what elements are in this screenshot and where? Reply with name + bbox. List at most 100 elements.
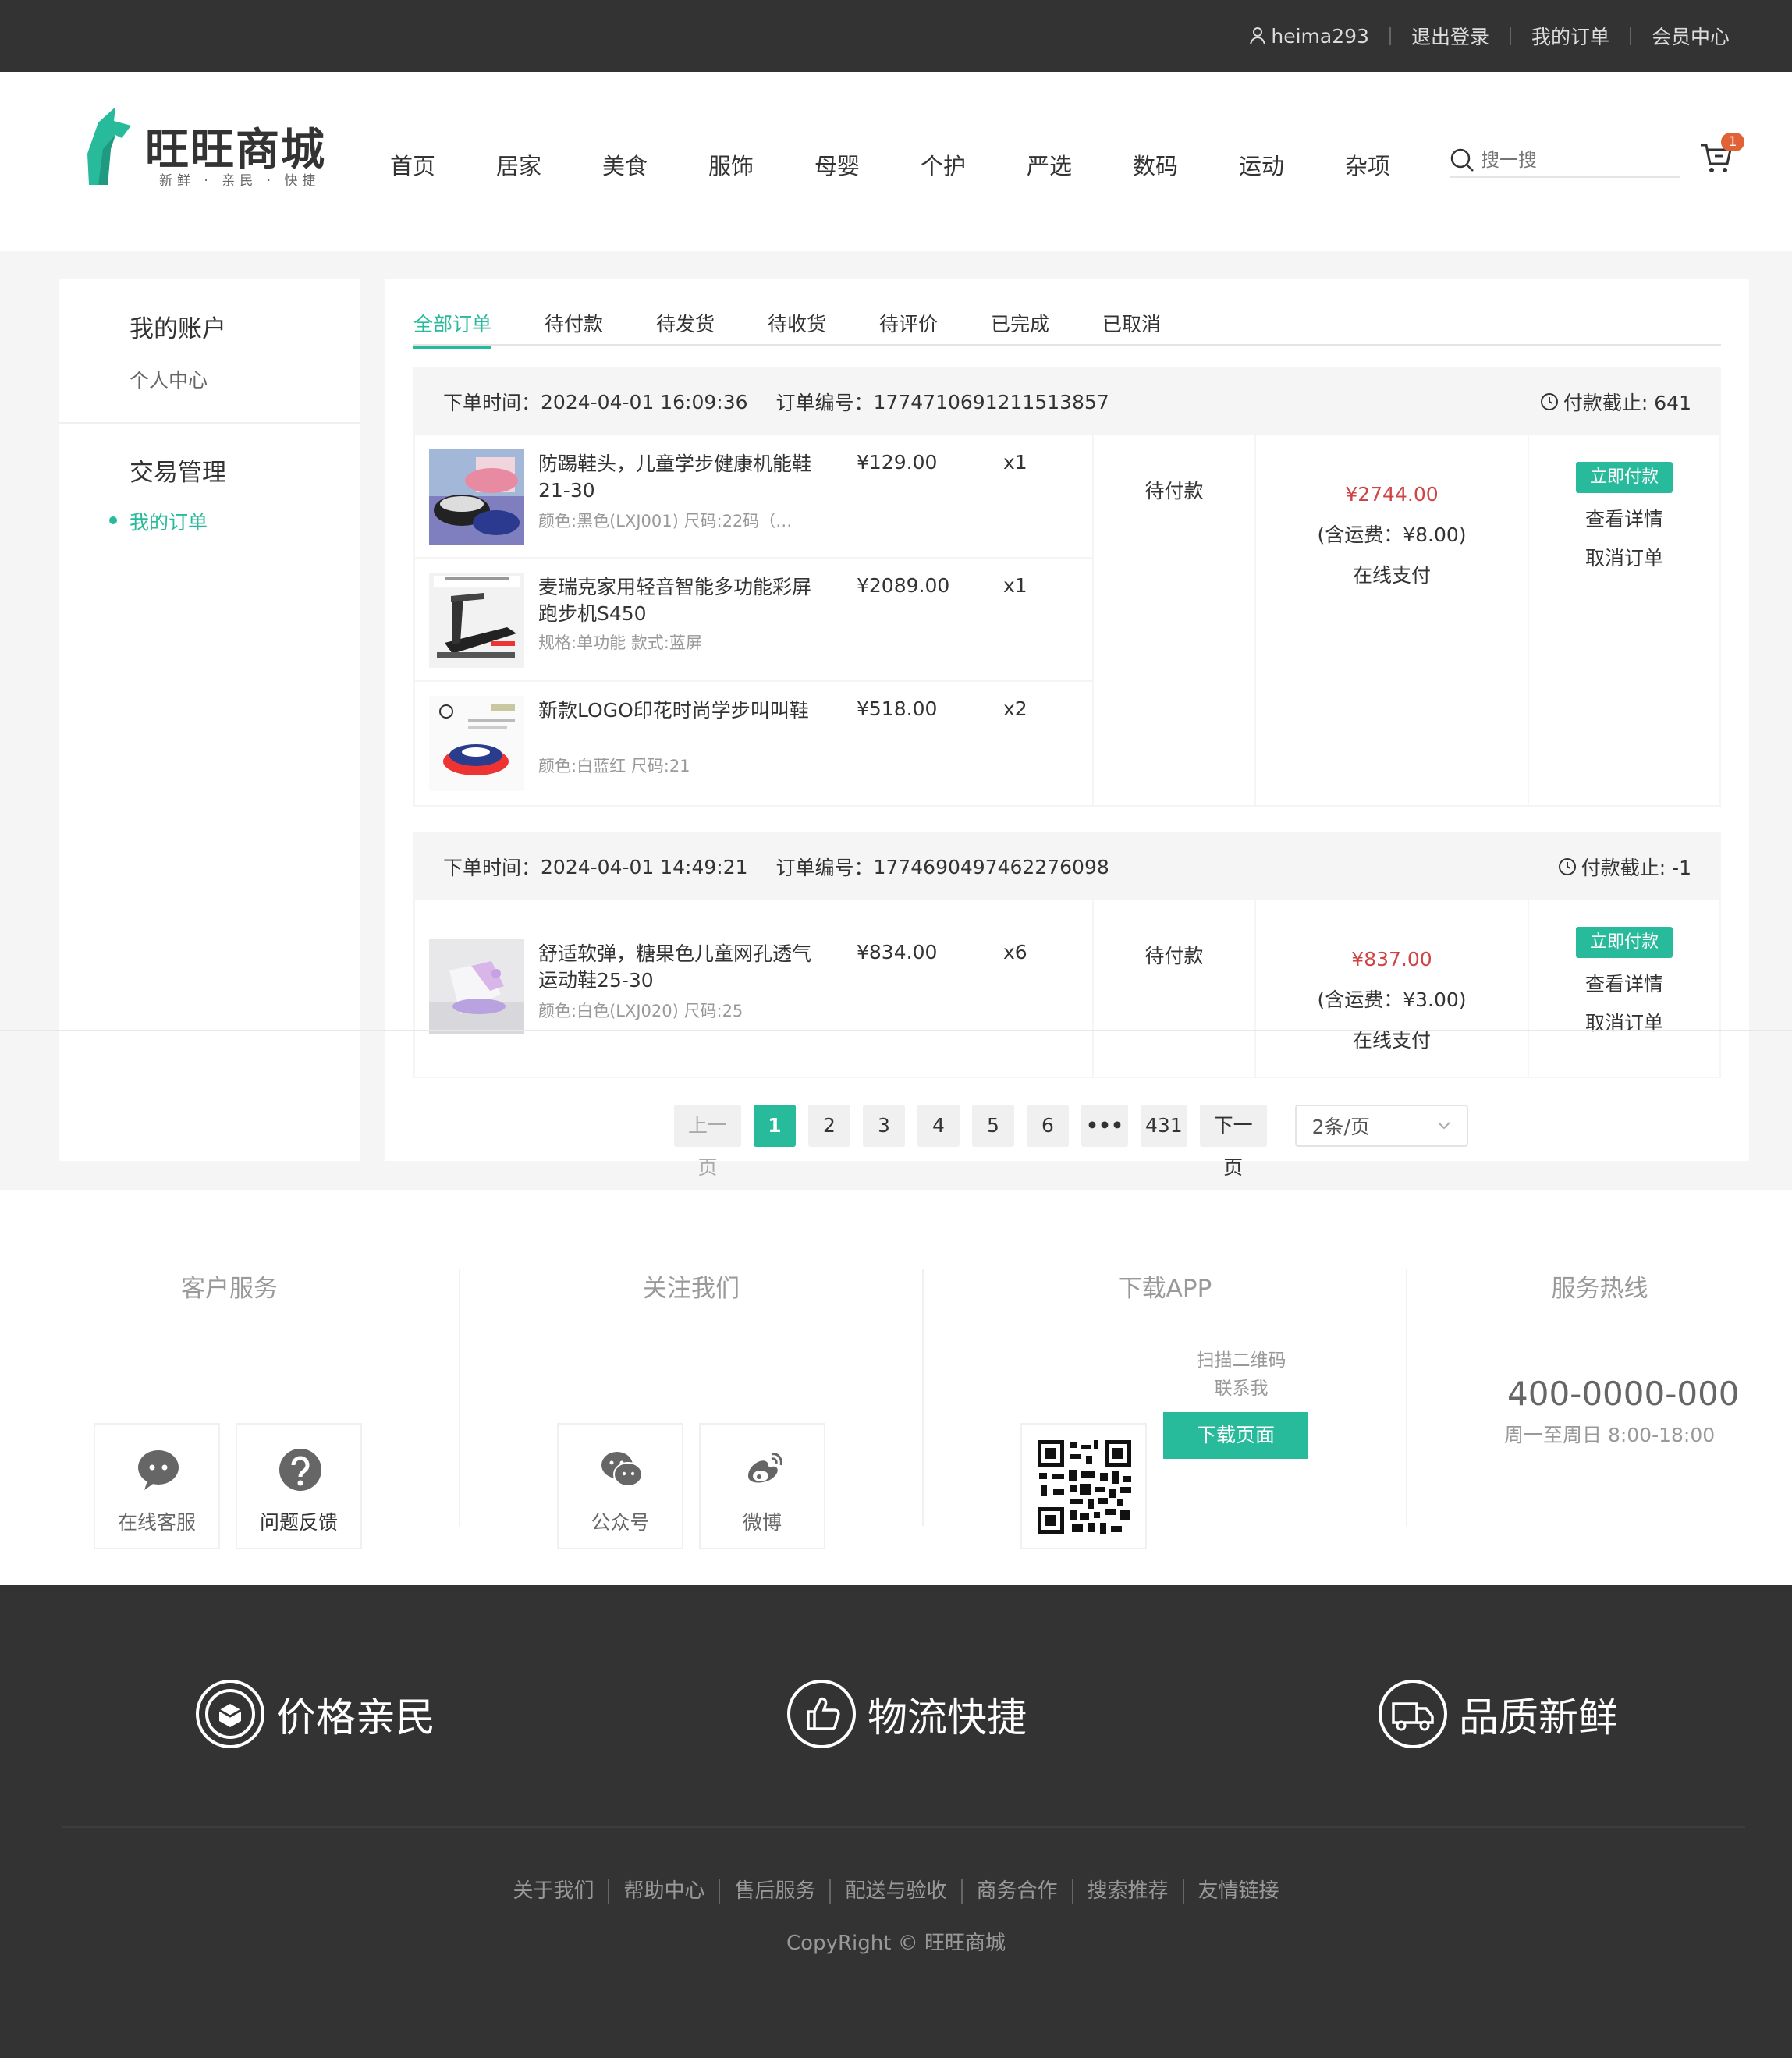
footer-link[interactable]: 配送与验收: [829, 1879, 960, 1904]
cancel-order-link[interactable]: 取消订单: [1529, 543, 1719, 571]
sidebar-item-personal-center[interactable]: 个人中心: [130, 365, 208, 393]
goods-item[interactable]: 麦瑞克家用轻音智能多功能彩屏跑步机S450 规格:单功能 款式:蓝屏 ¥2089…: [415, 559, 1092, 682]
tab-cancelled[interactable]: 已取消: [1102, 309, 1161, 346]
online-service-button[interactable]: 在线客服: [94, 1423, 220, 1549]
search-box: [1450, 144, 1680, 178]
page-button[interactable]: 4: [917, 1105, 960, 1147]
service-section: 客户服务 在线客服 问题反馈 关注我们 公众号 微博 下载APP 扫描二维码 联…: [0, 1190, 1792, 1585]
footer-link[interactable]: 友情链接: [1182, 1879, 1293, 1904]
goods-name[interactable]: 麦瑞克家用轻音智能多功能彩屏跑步机S450: [538, 574, 827, 627]
order-card: 下单时间： 2024-04-01 16:09:36 订单编号： 17747106…: [413, 367, 1721, 807]
goods-list: 防踢鞋头，儿童学步健康机能鞋21-30 颜色:黑色(LXJ001) 尺码:22码…: [415, 435, 1094, 805]
tab-pending-payment[interactable]: 待付款: [545, 309, 603, 346]
order-tabs: 全部订单 待付款 待发货 待收货 待评价 已完成 已取消: [413, 309, 1721, 349]
goods-item[interactable]: 新款LOGO印花时尚学步叫叫鞋 颜色:白蓝红 尺码:21 ¥518.00 x2: [415, 682, 1092, 805]
wechat-account-button[interactable]: 公众号: [557, 1423, 683, 1549]
tab-pending-shipment[interactable]: 待发货: [656, 309, 715, 346]
view-detail-link[interactable]: 查看详情: [1529, 969, 1719, 997]
promise-label: 物流快捷: [868, 1695, 1027, 1741]
nav-item[interactable]: 母婴: [814, 148, 921, 181]
goods-image[interactable]: [429, 696, 524, 791]
nav-item[interactable]: 运动: [1239, 148, 1345, 181]
more-pages-ellipsis[interactable]: •••: [1081, 1105, 1128, 1147]
wechat-icon: [601, 1452, 643, 1487]
order-time-label: 下单时间：: [443, 392, 541, 414]
nav-item[interactable]: 美食: [602, 148, 708, 181]
prev-page-button[interactable]: 上一页: [674, 1105, 741, 1179]
footer-link[interactable]: 商务合作: [960, 1879, 1072, 1904]
member-center-link[interactable]: 会员中心: [1652, 22, 1730, 50]
goods-qty: x2: [1003, 697, 1027, 720]
page-button[interactable]: 3: [863, 1105, 905, 1147]
goods-name[interactable]: 防踢鞋头，儿童学步健康机能鞋21-30: [538, 451, 827, 504]
cancel-order-link[interactable]: 取消订单: [1529, 1008, 1719, 1036]
search-input[interactable]: [1481, 149, 1660, 171]
goods-image[interactable]: [429, 449, 524, 545]
pay-now-button[interactable]: 立即付款: [1576, 927, 1673, 958]
sidebar: 我的账户 个人中心 交易管理 我的订单: [59, 279, 360, 1161]
footer-link[interactable]: 搜索推荐: [1071, 1879, 1183, 1904]
page-size-select[interactable]: 2条/页: [1294, 1105, 1468, 1147]
user-link[interactable]: heima293: [1249, 25, 1369, 48]
weibo-button[interactable]: 微博: [699, 1423, 825, 1549]
tab-all-orders[interactable]: 全部订单: [413, 309, 491, 349]
tab-completed[interactable]: 已完成: [991, 309, 1049, 346]
cart-button[interactable]: 1: [1699, 133, 1744, 178]
page-size-value: 2条/页: [1311, 1116, 1370, 1138]
service-label: 公众号: [591, 1511, 650, 1534]
username: heima293: [1271, 24, 1369, 48]
search-icon[interactable]: [1450, 147, 1474, 172]
download-app-column: 下载APP 扫描二维码 联系我 下载页面: [924, 1269, 1406, 1557]
page-button[interactable]: 5: [972, 1105, 1014, 1147]
sidebar-item-my-orders[interactable]: 我的订单: [130, 507, 208, 535]
nav-item[interactable]: 严选: [1027, 148, 1133, 181]
page-button[interactable]: 6: [1027, 1105, 1069, 1147]
goods-price: ¥129.00: [857, 451, 938, 474]
nav-item[interactable]: 杂项: [1345, 148, 1451, 181]
goods-name[interactable]: 舒适软弹，糖果色儿童网孔透气运动鞋25-30: [538, 941, 827, 994]
page-button[interactable]: 1: [754, 1105, 796, 1147]
nav-item[interactable]: 首页: [390, 148, 496, 181]
pay-type: 在线支付: [1352, 564, 1431, 587]
order-state: 待付款: [1094, 435, 1256, 805]
order-header: 下单时间： 2024-04-01 16:09:36 订单编号： 17747106…: [415, 368, 1719, 435]
view-detail-link[interactable]: 查看详情: [1529, 504, 1719, 532]
pay-now-button[interactable]: 立即付款: [1576, 462, 1673, 493]
footer-link[interactable]: 关于我们: [499, 1879, 608, 1904]
page-button[interactable]: 2: [808, 1105, 850, 1147]
logout-link[interactable]: 退出登录: [1411, 22, 1489, 50]
page-button[interactable]: 431: [1140, 1105, 1187, 1147]
goods-attr: 颜色:黑色(LXJ001) 尺码:22码（脚...: [538, 512, 804, 530]
logo[interactable]: 旺旺商城 新鲜 · 亲民 · 快捷: [84, 107, 334, 200]
goods-item[interactable]: 防踢鞋头，儿童学步健康机能鞋21-30 颜色:黑色(LXJ001) 尺码:22码…: [415, 435, 1092, 559]
order-time: 2024-04-01 16:09:36: [541, 390, 748, 413]
nav-item[interactable]: 服饰: [708, 148, 814, 181]
goods-name[interactable]: 新款LOGO印花时尚学步叫叫鞋: [538, 697, 827, 724]
order-body: 防踢鞋头，儿童学步健康机能鞋21-30 颜色:黑色(LXJ001) 尺码:22码…: [415, 435, 1719, 805]
tab-pending-review[interactable]: 待评价: [879, 309, 938, 346]
promise-label: 品质新鲜: [1459, 1695, 1619, 1741]
goods-image[interactable]: [429, 573, 524, 668]
my-orders-link[interactable]: 我的订单: [1531, 22, 1609, 50]
deadline-text: 付款截止: -1: [1581, 857, 1691, 879]
nav-item[interactable]: 居家: [496, 148, 602, 181]
goods-image[interactable]: [429, 939, 524, 1034]
payment-deadline: 付款截止: -1: [1558, 833, 1691, 900]
download-page-button[interactable]: 下载页面: [1163, 1412, 1308, 1459]
footer-link[interactable]: 售后服务: [719, 1879, 829, 1904]
goods-item[interactable]: 舒适软弹，糖果色儿童网孔透气运动鞋25-30 颜色:白色(LXJ020) 尺码:…: [415, 900, 1092, 1075]
feedback-button[interactable]: 问题反馈: [236, 1423, 362, 1549]
footer-link[interactable]: 帮助中心: [608, 1879, 719, 1904]
weibo-icon: [748, 1453, 782, 1483]
divider: [1629, 27, 1631, 45]
divider: [1509, 27, 1511, 45]
tab-pending-receipt[interactable]: 待收货: [768, 309, 826, 346]
divider: [62, 1826, 1745, 1828]
divider: [1389, 27, 1391, 45]
pay-type: 在线支付: [1352, 1029, 1431, 1052]
promise-label: 价格亲民: [276, 1695, 436, 1741]
payment-deadline: 付款截止: 641: [1540, 368, 1691, 435]
nav-item[interactable]: 数码: [1133, 148, 1239, 181]
next-page-button[interactable]: 下一页: [1199, 1105, 1267, 1179]
nav-item[interactable]: 个护: [921, 148, 1027, 181]
